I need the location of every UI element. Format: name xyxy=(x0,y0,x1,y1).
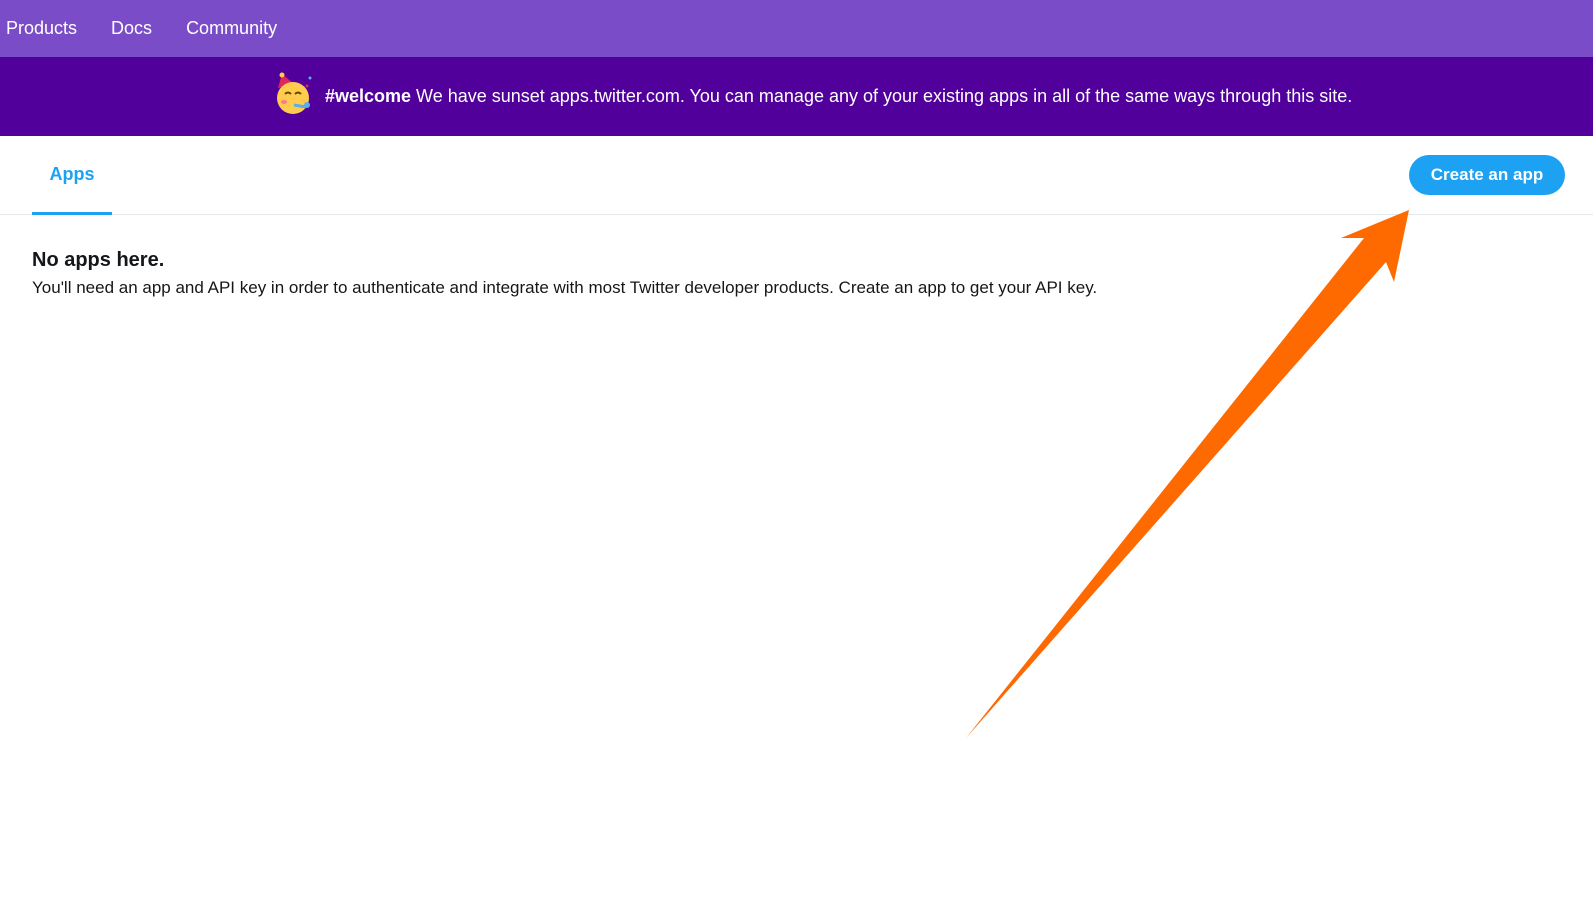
top-navigation: Products Docs Community xyxy=(0,0,1593,57)
empty-state-title: No apps here. xyxy=(32,249,165,271)
tab-apps[interactable]: Apps xyxy=(32,136,112,215)
page: Products Docs Community #welcome We have … xyxy=(0,0,1593,898)
banner-text: #welcome We have sunset apps.twitter.com.… xyxy=(325,86,1352,107)
nav-docs-link[interactable]: Docs xyxy=(111,18,152,39)
banner-hashtag: #welcome xyxy=(325,86,412,106)
announcement-banner: #welcome We have sunset apps.twitter.com.… xyxy=(0,57,1593,136)
empty-state-description: You'll need an app and API key in order … xyxy=(32,278,1098,297)
nav-products-link[interactable]: Products xyxy=(6,18,77,39)
tab-bar: Apps xyxy=(0,136,1593,215)
nav-community-link[interactable]: Community xyxy=(186,18,277,39)
banner-message: We have sunset apps.twitter.com. You can… xyxy=(416,86,1353,106)
party-face-icon xyxy=(274,72,314,116)
create-app-button[interactable]: Create an app xyxy=(1409,155,1565,195)
